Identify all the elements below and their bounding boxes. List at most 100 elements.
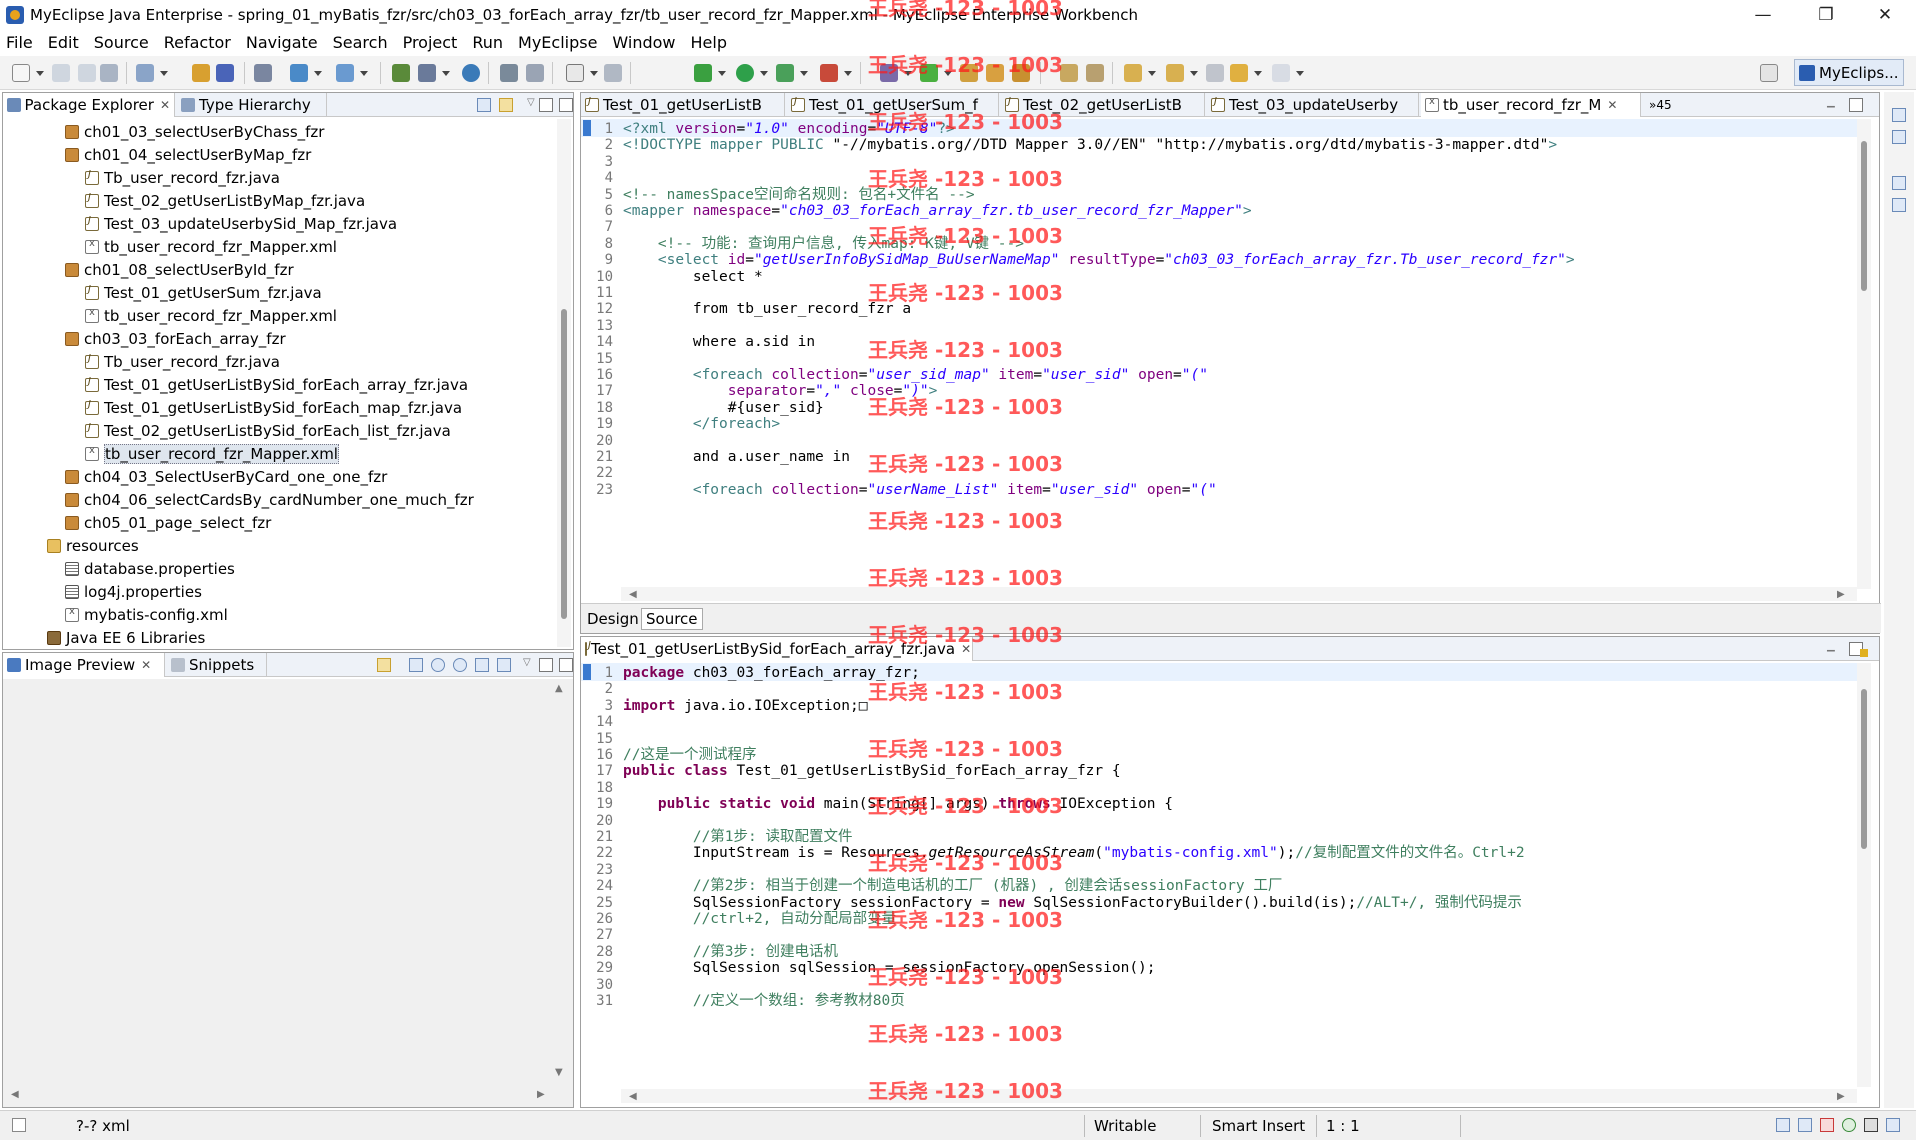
coverage-icon[interactable] [776, 64, 794, 82]
tree-item[interactable]: tb_user_record_fzr_Mapper.xml [85, 235, 337, 258]
ant-icon[interactable] [604, 64, 622, 82]
save-all-icon[interactable] [78, 64, 96, 82]
scroll-right-arrow[interactable]: ▶ [537, 1089, 545, 1100]
maximize-view-icon[interactable] [559, 658, 573, 672]
tray-icon-3[interactable] [1820, 1118, 1834, 1132]
tree-item[interactable]: database.properties [65, 557, 235, 580]
fit-icon[interactable] [409, 658, 423, 672]
external-tools-icon[interactable] [820, 64, 838, 82]
warning-marker-icon[interactable] [1860, 649, 1868, 657]
menu-edit[interactable]: Edit [42, 33, 88, 52]
help-icon[interactable] [1892, 198, 1906, 212]
zoom-in-icon[interactable] [453, 658, 467, 672]
menu-navigate[interactable]: Navigate [240, 33, 327, 52]
server-icon[interactable] [254, 64, 272, 82]
back-icon[interactable] [1230, 64, 1248, 82]
db-icon[interactable] [392, 64, 410, 82]
print-icon[interactable] [100, 64, 118, 82]
console-icon[interactable] [1892, 176, 1906, 190]
java-horizontal-scrollbar[interactable] [621, 1089, 1857, 1103]
open-type-icon[interactable] [192, 64, 210, 82]
open-perspective-icon[interactable] [1760, 64, 1778, 82]
close-button[interactable]: ✕ [1862, 0, 1908, 30]
tab-design[interactable]: Design [583, 608, 643, 630]
run-icon[interactable] [736, 64, 754, 82]
menu-source[interactable]: Source [88, 33, 158, 52]
tray-icon-4[interactable] [1842, 1118, 1856, 1132]
scroll-up-arrow[interactable]: ▲ [555, 683, 563, 694]
scroll-left-arrow[interactable]: ◀ [11, 1089, 19, 1100]
scroll-left-arrow[interactable]: ◀ [629, 589, 637, 600]
original-size-icon[interactable] [475, 658, 489, 672]
collapse-all-icon[interactable] [477, 98, 491, 112]
run-server-icon[interactable] [336, 64, 354, 82]
minimize-button[interactable]: — [1740, 0, 1786, 30]
more-tabs-button[interactable]: »45 [1645, 93, 1685, 117]
bookmark-icon[interactable] [1086, 64, 1104, 82]
tree-item[interactable]: ch03_03_forEach_array_fzr [65, 327, 286, 350]
tree-item[interactable]: Test_03_updateUserbySid_Map_fzr.java [85, 212, 397, 235]
tree-item[interactable]: ch01_04_selectUserByMap_fzr [65, 143, 311, 166]
open-resource-icon[interactable] [216, 64, 234, 82]
tab-source[interactable]: Source [641, 608, 703, 630]
link-editor-icon[interactable] [499, 98, 513, 112]
new-wizard-icon[interactable] [136, 64, 154, 82]
close-icon[interactable]: ✕ [160, 98, 170, 112]
minimize-editor-icon[interactable]: ▁ [1827, 641, 1835, 652]
tree-item[interactable]: Test_02_getUserListByMap_fzr.java [85, 189, 365, 212]
tree-item[interactable]: Test_01_getUserListBySid_forEach_map_fzr… [85, 396, 462, 419]
menu-myeclipse[interactable]: MyEclipse [512, 33, 606, 52]
tab-test01-getuserlist[interactable]: Test_01_getUserListB [581, 93, 785, 117]
refresh-preview-icon[interactable] [377, 658, 391, 672]
tree-item[interactable]: log4j.properties [65, 580, 202, 603]
next-annotation-icon[interactable] [1124, 64, 1142, 82]
web-browser-icon[interactable] [462, 64, 480, 82]
tree-item[interactable]: ch01_03_selectUserByChass_fzr [65, 120, 324, 143]
close-icon[interactable]: ✕ [1607, 98, 1617, 112]
tree-item[interactable]: Tb_user_record_fzr.java [85, 166, 280, 189]
tree-item[interactable]: tb_user_record_fzr_Mapper.xml [85, 442, 339, 465]
debug-icon[interactable] [694, 64, 712, 82]
problems-icon[interactable] [1892, 130, 1906, 144]
tab-type-hierarchy[interactable]: Type Hierarchy [177, 93, 327, 117]
tray-icon-2[interactable] [1798, 1118, 1812, 1132]
zoom-out-icon[interactable] [431, 658, 445, 672]
java-code-area[interactable]: 1 package ch03_03_forEach_array_fzr; 2 3 imp… [581, 663, 1857, 1087]
prev-annotation-icon[interactable] [1166, 64, 1184, 82]
tree-item[interactable]: mybatis-config.xml [65, 603, 228, 626]
scroll-right-arrow[interactable]: ▶ [1837, 1091, 1845, 1102]
save-icon[interactable] [52, 64, 70, 82]
fullscreen-icon[interactable] [497, 658, 511, 672]
tree-item[interactable]: Test_02_getUserListBySid_forEach_list_fz… [85, 419, 451, 442]
tab-snippets[interactable]: Snippets [167, 653, 267, 677]
fast-view-icon[interactable] [12, 1118, 26, 1132]
outline-icon[interactable] [1892, 108, 1906, 122]
maximize-button[interactable]: ❐ [1803, 0, 1849, 30]
tab-mapper-xml[interactable]: tb_user_record_fzr_M ✕ [1421, 93, 1641, 117]
menu-search[interactable]: Search [327, 33, 397, 52]
tree-item[interactable]: Java EE 6 Libraries [47, 626, 205, 649]
scroll-left-arrow[interactable]: ◀ [629, 1091, 637, 1102]
tree-scrollbar[interactable] [557, 119, 571, 647]
xml-vertical-scrollbar[interactable] [1857, 119, 1871, 589]
menu-run[interactable]: Run [466, 33, 512, 52]
view-menu-icon[interactable]: ▽ [523, 657, 531, 668]
tree-item[interactable]: resources [47, 534, 139, 557]
xml-horizontal-scrollbar[interactable] [621, 587, 1857, 601]
last-edit-icon[interactable] [1206, 64, 1224, 82]
close-icon[interactable]: ✕ [141, 658, 151, 672]
java-vertical-scrollbar[interactable] [1857, 649, 1871, 1087]
tab-package-explorer[interactable]: Package Explorer ✕ [3, 93, 175, 117]
tray-icon-5[interactable] [1864, 1118, 1878, 1132]
perspective-switcher[interactable]: MyEclips... [1794, 59, 1904, 86]
minimize-view-icon[interactable] [539, 658, 553, 672]
tree-item[interactable]: ch05_01_page_select_fzr [65, 511, 271, 534]
undo-icon[interactable] [526, 64, 544, 82]
minimize-editor-icon[interactable]: ▁ [1827, 97, 1835, 108]
menu-window[interactable]: Window [606, 33, 684, 52]
debug-server-icon[interactable] [500, 64, 518, 82]
tray-icon-6[interactable] [1886, 1118, 1900, 1132]
tree-item[interactable]: Test_01_getUserSum_fzr.java [85, 281, 322, 304]
deploy-icon[interactable] [290, 64, 308, 82]
tab-image-preview[interactable]: Image Preview ✕ [3, 653, 165, 677]
